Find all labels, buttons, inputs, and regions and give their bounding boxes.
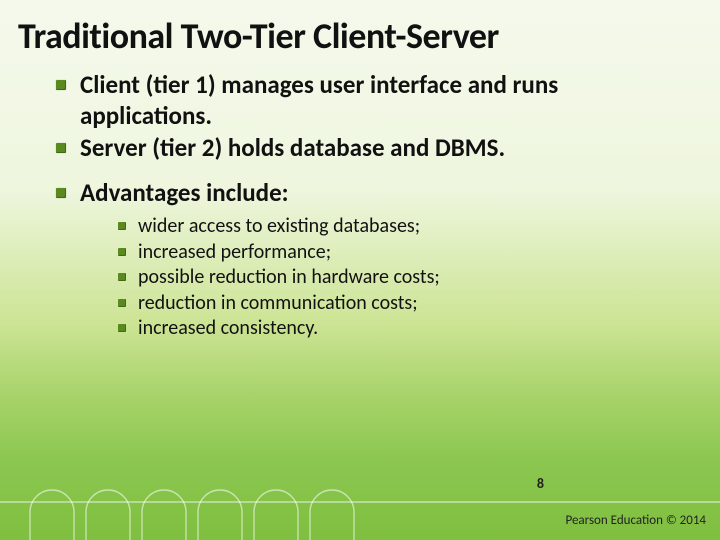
page-number: 8 [537, 475, 544, 492]
bullet-item: Advantages include: wider access to exis… [56, 178, 672, 342]
slide-content: Client (tier 1) manages user interface a… [0, 66, 720, 342]
bullet-text: Advantages include: [80, 177, 289, 208]
bullet-list: Client (tier 1) manages user interface a… [56, 70, 672, 342]
slide: Traditional Two-Tier Client-Server Clien… [0, 0, 720, 540]
copyright-text: Pearson Education © 2014 [566, 513, 707, 528]
sub-bullet-item: possible reduction in hardware costs; [118, 265, 672, 291]
sub-bullet-item: increased consistency. [118, 316, 672, 342]
slide-title: Traditional Two-Tier Client-Server [0, 0, 720, 66]
decorative-arches [0, 460, 720, 540]
sub-bullet-item: increased performance; [118, 240, 672, 266]
sub-bullet-list: wider access to existing databases; incr… [80, 214, 672, 342]
bullet-item: Client (tier 1) manages user interface a… [56, 70, 672, 131]
sub-bullet-item: reduction in communication costs; [118, 291, 672, 317]
sub-bullet-item: wider access to existing databases; [118, 214, 672, 240]
bullet-item: Server (tier 2) holds database and DBMS. [56, 133, 672, 164]
